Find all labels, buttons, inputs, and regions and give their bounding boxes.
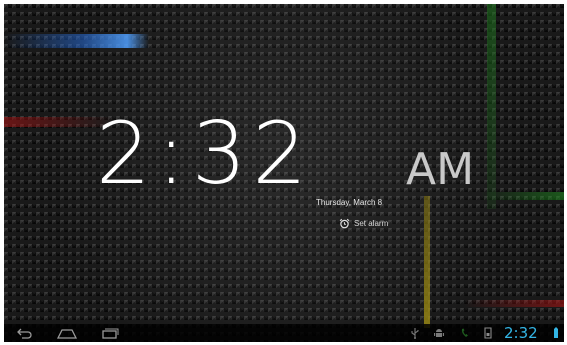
recent-apps-button[interactable] — [97, 326, 123, 340]
home-icon — [56, 329, 78, 339]
android-debug-icon — [433, 326, 445, 340]
back-icon — [17, 328, 32, 339]
set-alarm-label: Set alarm — [354, 218, 389, 228]
usb-icon — [410, 326, 420, 340]
home-button[interactable] — [54, 326, 80, 340]
wallpaper-streak-yellow — [424, 196, 430, 328]
clock-ampm: AM — [406, 144, 475, 195]
set-alarm-button[interactable]: Set alarm — [339, 216, 388, 230]
sd-card-icon — [483, 326, 493, 340]
lockscreen-date: Thursday, March 8 — [316, 198, 383, 207]
wallpaper-streak-blue — [4, 34, 149, 48]
wallpaper-streak-red-bottom — [464, 300, 564, 307]
status-bar-clock: 2:32 — [504, 324, 538, 342]
back-button[interactable] — [12, 326, 38, 340]
system-nav-bar: 2:32 — [4, 324, 564, 342]
lockscreen: 2:32 AM Thursday, March 8 Set alarm 2:32 — [4, 4, 564, 342]
alarm-clock-icon — [339, 218, 350, 228]
battery-icon — [553, 326, 559, 340]
lockscreen-clock: 2:32 AM — [96, 104, 496, 204]
clock-time: 2:32 — [96, 104, 314, 204]
recent-apps-icon — [102, 328, 119, 339]
phone-icon — [460, 326, 470, 340]
